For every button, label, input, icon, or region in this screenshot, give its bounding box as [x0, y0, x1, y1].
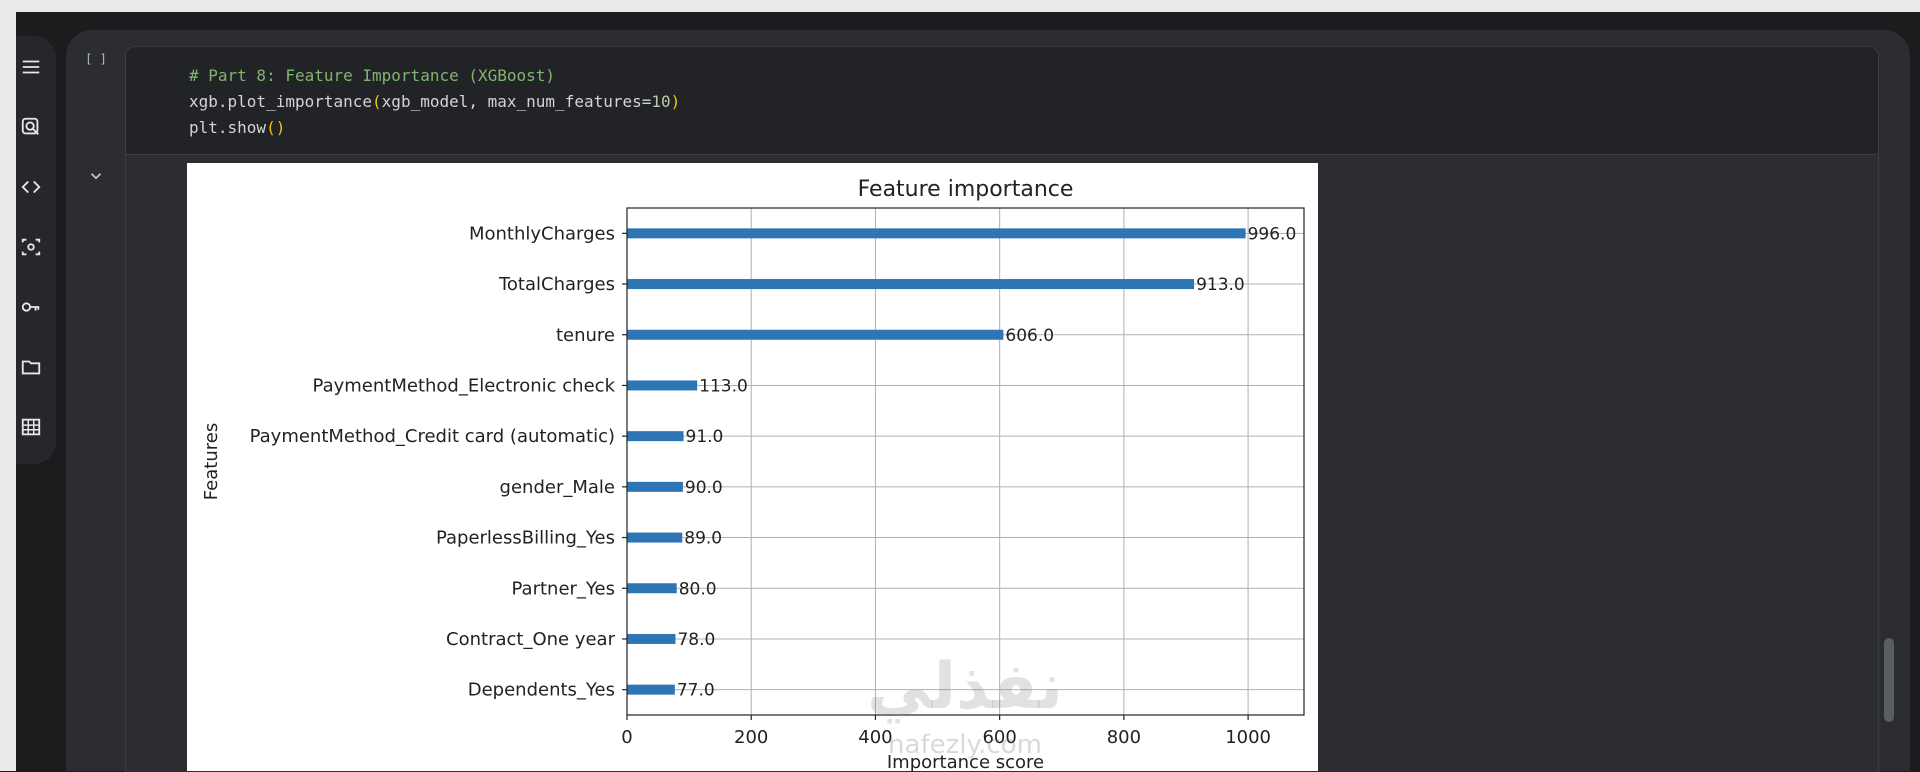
bar [627, 329, 1004, 340]
cell-run-indicator[interactable]: [ ] [83, 52, 109, 72]
code-number-literal: 10 [651, 92, 671, 111]
code-line-comment: # Part 8: Feature Importance (XGBoost) [189, 66, 556, 85]
code-args: xgb_model, max_num_features= [381, 92, 652, 111]
window-left-edge [0, 12, 16, 771]
variables-icon[interactable] [18, 234, 44, 260]
bar-value-label: 91.0 [686, 427, 724, 447]
y-tick-label: Dependents_Yes [468, 680, 615, 701]
browser-top-edge [0, 0, 1920, 12]
output-figure: 996.0 913.0 606.0 113.0 91.0 90.0 89.0 80.0 78.0… [187, 163, 1318, 771]
bar [627, 481, 683, 492]
bar [627, 532, 683, 543]
code-call-plot-importance: xgb.plot_importance [189, 92, 373, 111]
bar [627, 583, 677, 594]
search-icon[interactable] [18, 114, 44, 140]
vertical-scrollbar[interactable] [1884, 638, 1894, 722]
y-tick-label: PaymentMethod_Electronic check [313, 375, 616, 396]
code-paren-open: ( [372, 92, 382, 111]
x-tick-label: 200 [734, 727, 768, 748]
y-tick-label: gender_Male [500, 477, 615, 498]
code-call-plt-show: plt.show [189, 118, 267, 137]
y-tick-label: TotalCharges [498, 274, 615, 295]
y-tick-label: Partner_Yes [512, 578, 615, 599]
bar-value-label: 996.0 [1248, 224, 1297, 244]
feature-importance-chart: 996.0 913.0 606.0 113.0 91.0 90.0 89.0 80.0 78.0… [201, 177, 1305, 771]
y-tick-label: Contract_One year [446, 629, 616, 650]
folder-icon[interactable] [18, 354, 44, 380]
x-tick-label: 400 [858, 727, 892, 748]
bar-value-label: 80.0 [679, 579, 717, 599]
code-parens: () [266, 118, 286, 137]
x-tick-label: 0 [621, 727, 632, 748]
bar [627, 633, 676, 644]
code-icon[interactable] [18, 174, 44, 200]
x-axis-label: Importance score [887, 752, 1044, 771]
y-tick-label: MonthlyCharges [469, 223, 615, 244]
bar-value-label: 913.0 [1196, 275, 1245, 295]
bar-value-label: 78.0 [677, 630, 715, 650]
y-tick-label: tenure [556, 325, 615, 346]
chart-title: Feature importance [858, 177, 1074, 202]
key-icon[interactable] [18, 294, 44, 320]
bar [627, 228, 1246, 239]
bar-value-label: 606.0 [1005, 326, 1054, 346]
code-lines: # Part 8: Feature Importance (XGBoost) x… [189, 63, 680, 141]
bar [627, 279, 1195, 290]
y-tick-label: PaperlessBilling_Yes [436, 528, 615, 549]
bar-value-label: 77.0 [677, 681, 715, 701]
chevron-down-icon [90, 173, 102, 180]
bar [627, 684, 675, 695]
menu-icon[interactable] [18, 54, 44, 80]
bar [627, 380, 698, 391]
bar-value-label: 113.0 [699, 376, 748, 396]
y-tick-label: PaymentMethod_Credit card (automatic) [250, 426, 615, 447]
x-tick-label: 800 [1107, 727, 1141, 748]
left-sidebar [16, 36, 56, 464]
bar-value-label: 89.0 [684, 529, 722, 549]
x-tick-label: 1000 [1225, 727, 1271, 748]
bar-value-label: 90.0 [685, 478, 723, 498]
output-collapse-button[interactable] [84, 164, 108, 188]
bar [627, 431, 684, 442]
x-tick-label: 600 [982, 727, 1016, 748]
code-cell-editor[interactable]: # Part 8: Feature Importance (XGBoost) x… [125, 46, 1879, 155]
y-axis-label: Features [201, 423, 222, 500]
table-icon[interactable] [18, 414, 44, 440]
code-paren-close: ) [670, 92, 681, 111]
